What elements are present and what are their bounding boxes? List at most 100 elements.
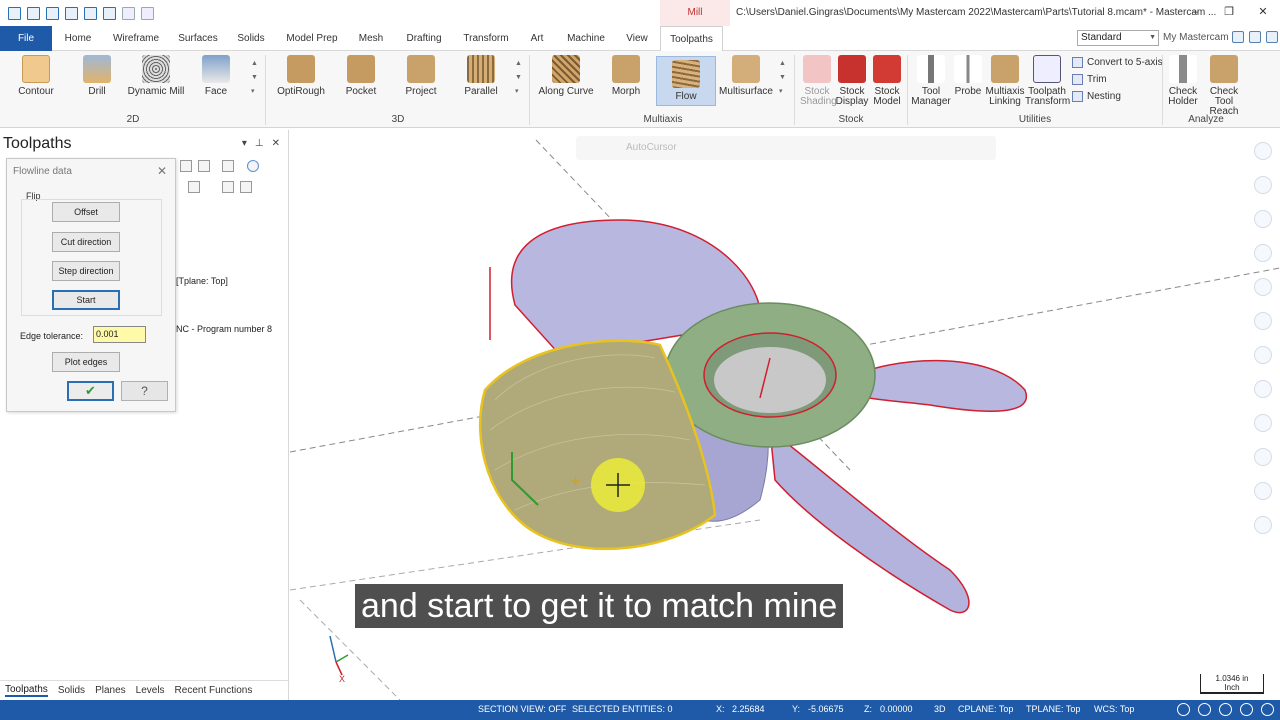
open-folder-icon[interactable] <box>46 6 59 20</box>
save-as-icon[interactable] <box>103 6 116 20</box>
multisurface-button[interactable]: Multisurface <box>718 55 774 97</box>
close-button[interactable]: ✕ <box>1246 0 1280 26</box>
help-button[interactable]: ? <box>121 381 168 401</box>
help-icon[interactable] <box>1249 31 1261 43</box>
panel-menu-icon[interactable]: ▾ <box>242 138 247 149</box>
surface-icon[interactable] <box>1254 312 1272 330</box>
drill-button[interactable]: Drill <box>80 55 114 97</box>
stock-model-button[interactable]: Stock Model <box>868 55 906 107</box>
tab-wireframe[interactable]: Wireframe <box>110 26 162 51</box>
toolpath-g1-icon[interactable] <box>180 160 192 172</box>
tab-home[interactable]: Home <box>62 26 94 51</box>
section-view-status[interactable]: SECTION VIEW: OFF <box>478 704 566 714</box>
collapse-ribbon-icon[interactable] <box>1266 31 1278 43</box>
save-icon[interactable] <box>27 6 40 20</box>
wireframe-icon[interactable] <box>1261 703 1274 716</box>
gallery-2d-scroll[interactable]: ▲ ▼ ▾ <box>251 57 260 99</box>
toolpath-tree-item[interactable]: [Tplane: Top] <box>176 276 228 286</box>
tab-transform[interactable]: Transform <box>461 26 511 51</box>
tab-surfaces[interactable]: Surfaces <box>176 26 220 51</box>
analyze-icon[interactable] <box>1254 516 1272 534</box>
tab-drafting[interactable]: Drafting <box>401 26 447 51</box>
globe-icon[interactable] <box>1219 703 1232 716</box>
toolpath-axis-icon[interactable] <box>198 160 210 172</box>
flow-icon[interactable] <box>1254 346 1272 364</box>
tab-view[interactable]: View <box>623 26 651 51</box>
redo-icon[interactable] <box>141 6 154 20</box>
gallery-3d-scroll[interactable]: ▲ ▼ ▾ <box>515 57 524 99</box>
offset-button[interactable]: Offset <box>52 202 120 222</box>
print-icon[interactable] <box>65 6 78 20</box>
check-tool-reach-button[interactable]: Check Tool Reach <box>1200 55 1248 117</box>
plot-edges-button[interactable]: Plot edges <box>52 352 120 372</box>
tab-planes-manager[interactable]: Planes <box>95 685 126 696</box>
mode-3d[interactable]: 3D <box>934 704 946 714</box>
tab-toolpaths-manager[interactable]: Toolpaths <box>5 684 48 697</box>
multiaxis-linking-button[interactable]: Multiaxis Linking <box>984 55 1026 107</box>
add-icon[interactable] <box>1254 142 1272 160</box>
maximize-button[interactable]: ❐ <box>1212 0 1246 26</box>
solid-icon[interactable] <box>1254 448 1272 466</box>
dialog-close-icon[interactable]: ✕ <box>157 164 167 178</box>
project-button[interactable]: Project <box>402 55 440 97</box>
mesh-icon[interactable] <box>1254 482 1272 500</box>
edge-tolerance-input[interactable]: 0.001 <box>93 326 146 343</box>
globe-icon[interactable] <box>1198 703 1211 716</box>
graphics-viewport[interactable]: ✛ X AutoCursor and start to get it to ma… <box>290 130 1280 700</box>
toolpath-tree-item[interactable]: NC - Program number 8 <box>176 324 272 334</box>
wcs-status[interactable]: WCS: Top <box>1094 704 1134 714</box>
toolpath-filter-icon[interactable] <box>240 181 252 193</box>
minimize-button[interactable]: – <box>1178 0 1212 26</box>
stock-shading-button[interactable]: Stock Shading <box>800 55 837 107</box>
trim-button[interactable]: Trim <box>1072 74 1107 85</box>
tab-machine[interactable]: Machine <box>563 26 609 51</box>
tab-recent-functions[interactable]: Recent Functions <box>175 685 253 696</box>
flow-button[interactable]: Flow <box>656 56 716 106</box>
tab-solids[interactable]: Solids <box>235 26 267 51</box>
toolpath-transform-button[interactable]: Toolpath Transform <box>1025 55 1070 107</box>
dynamic-mill-button[interactable]: Dynamic Mill <box>127 55 185 97</box>
circle-icon[interactable] <box>1254 210 1272 228</box>
cplane-status[interactable]: CPLANE: Top <box>958 704 1013 714</box>
nesting-button[interactable]: Nesting <box>1072 91 1121 102</box>
optirough-button[interactable]: OptiRough <box>276 55 326 97</box>
contour-button[interactable]: Contour <box>14 55 58 97</box>
pin-icon[interactable]: ⊥ <box>255 138 264 149</box>
tab-art[interactable]: Art <box>526 26 548 51</box>
sketch-icon[interactable] <box>1254 278 1272 296</box>
tool-manager-button[interactable]: Tool Manager <box>911 55 951 107</box>
tab-file[interactable]: File <box>0 26 52 51</box>
workspace-select[interactable]: Standard ▼ <box>1077 30 1159 46</box>
my-mastercam-link[interactable]: My Mastercam <box>1163 32 1229 43</box>
toolpath-help-icon[interactable] <box>247 160 259 172</box>
shading-icon[interactable] <box>1240 703 1253 716</box>
print-preview-icon[interactable] <box>84 6 97 20</box>
toolpath-transform-icon[interactable] <box>222 181 234 193</box>
planes-icon[interactable] <box>1254 414 1272 432</box>
tab-solids-manager[interactable]: Solids <box>58 685 85 696</box>
cut-direction-button[interactable]: Cut direction <box>52 232 120 252</box>
step-direction-button[interactable]: Step direction <box>52 261 120 281</box>
check-holder-button[interactable]: Check Holder <box>1166 55 1200 107</box>
tab-model-prep[interactable]: Model Prep <box>283 26 341 51</box>
ok-button[interactable]: ✔ <box>67 381 114 401</box>
tab-mesh[interactable]: Mesh <box>355 26 387 51</box>
stock-display-button[interactable]: Stock Display <box>835 55 869 107</box>
line-icon[interactable] <box>1254 176 1272 194</box>
panel-close-icon[interactable]: ✕ <box>272 138 280 149</box>
parallel-button[interactable]: Parallel <box>462 55 500 97</box>
globe-icon[interactable] <box>1177 703 1190 716</box>
chat-icon[interactable] <box>1232 31 1244 43</box>
probe-button[interactable]: Probe <box>953 55 983 97</box>
tab-toolpaths[interactable]: Toolpaths <box>660 26 723 52</box>
tplane-status[interactable]: TPLANE: Top <box>1026 704 1080 714</box>
start-button[interactable]: Start <box>52 290 120 310</box>
face-button[interactable]: Face <box>200 55 232 97</box>
curve-icon[interactable] <box>1254 244 1272 262</box>
new-file-icon[interactable] <box>8 6 21 20</box>
tab-levels-manager[interactable]: Levels <box>136 685 165 696</box>
convert-5axis-button[interactable]: Convert to 5-axis <box>1072 57 1163 68</box>
morph-button[interactable]: Morph <box>606 55 646 97</box>
pocket-button[interactable]: Pocket <box>342 55 380 97</box>
gallery-multiaxis-scroll[interactable]: ▲ ▼ ▾ <box>779 57 788 99</box>
